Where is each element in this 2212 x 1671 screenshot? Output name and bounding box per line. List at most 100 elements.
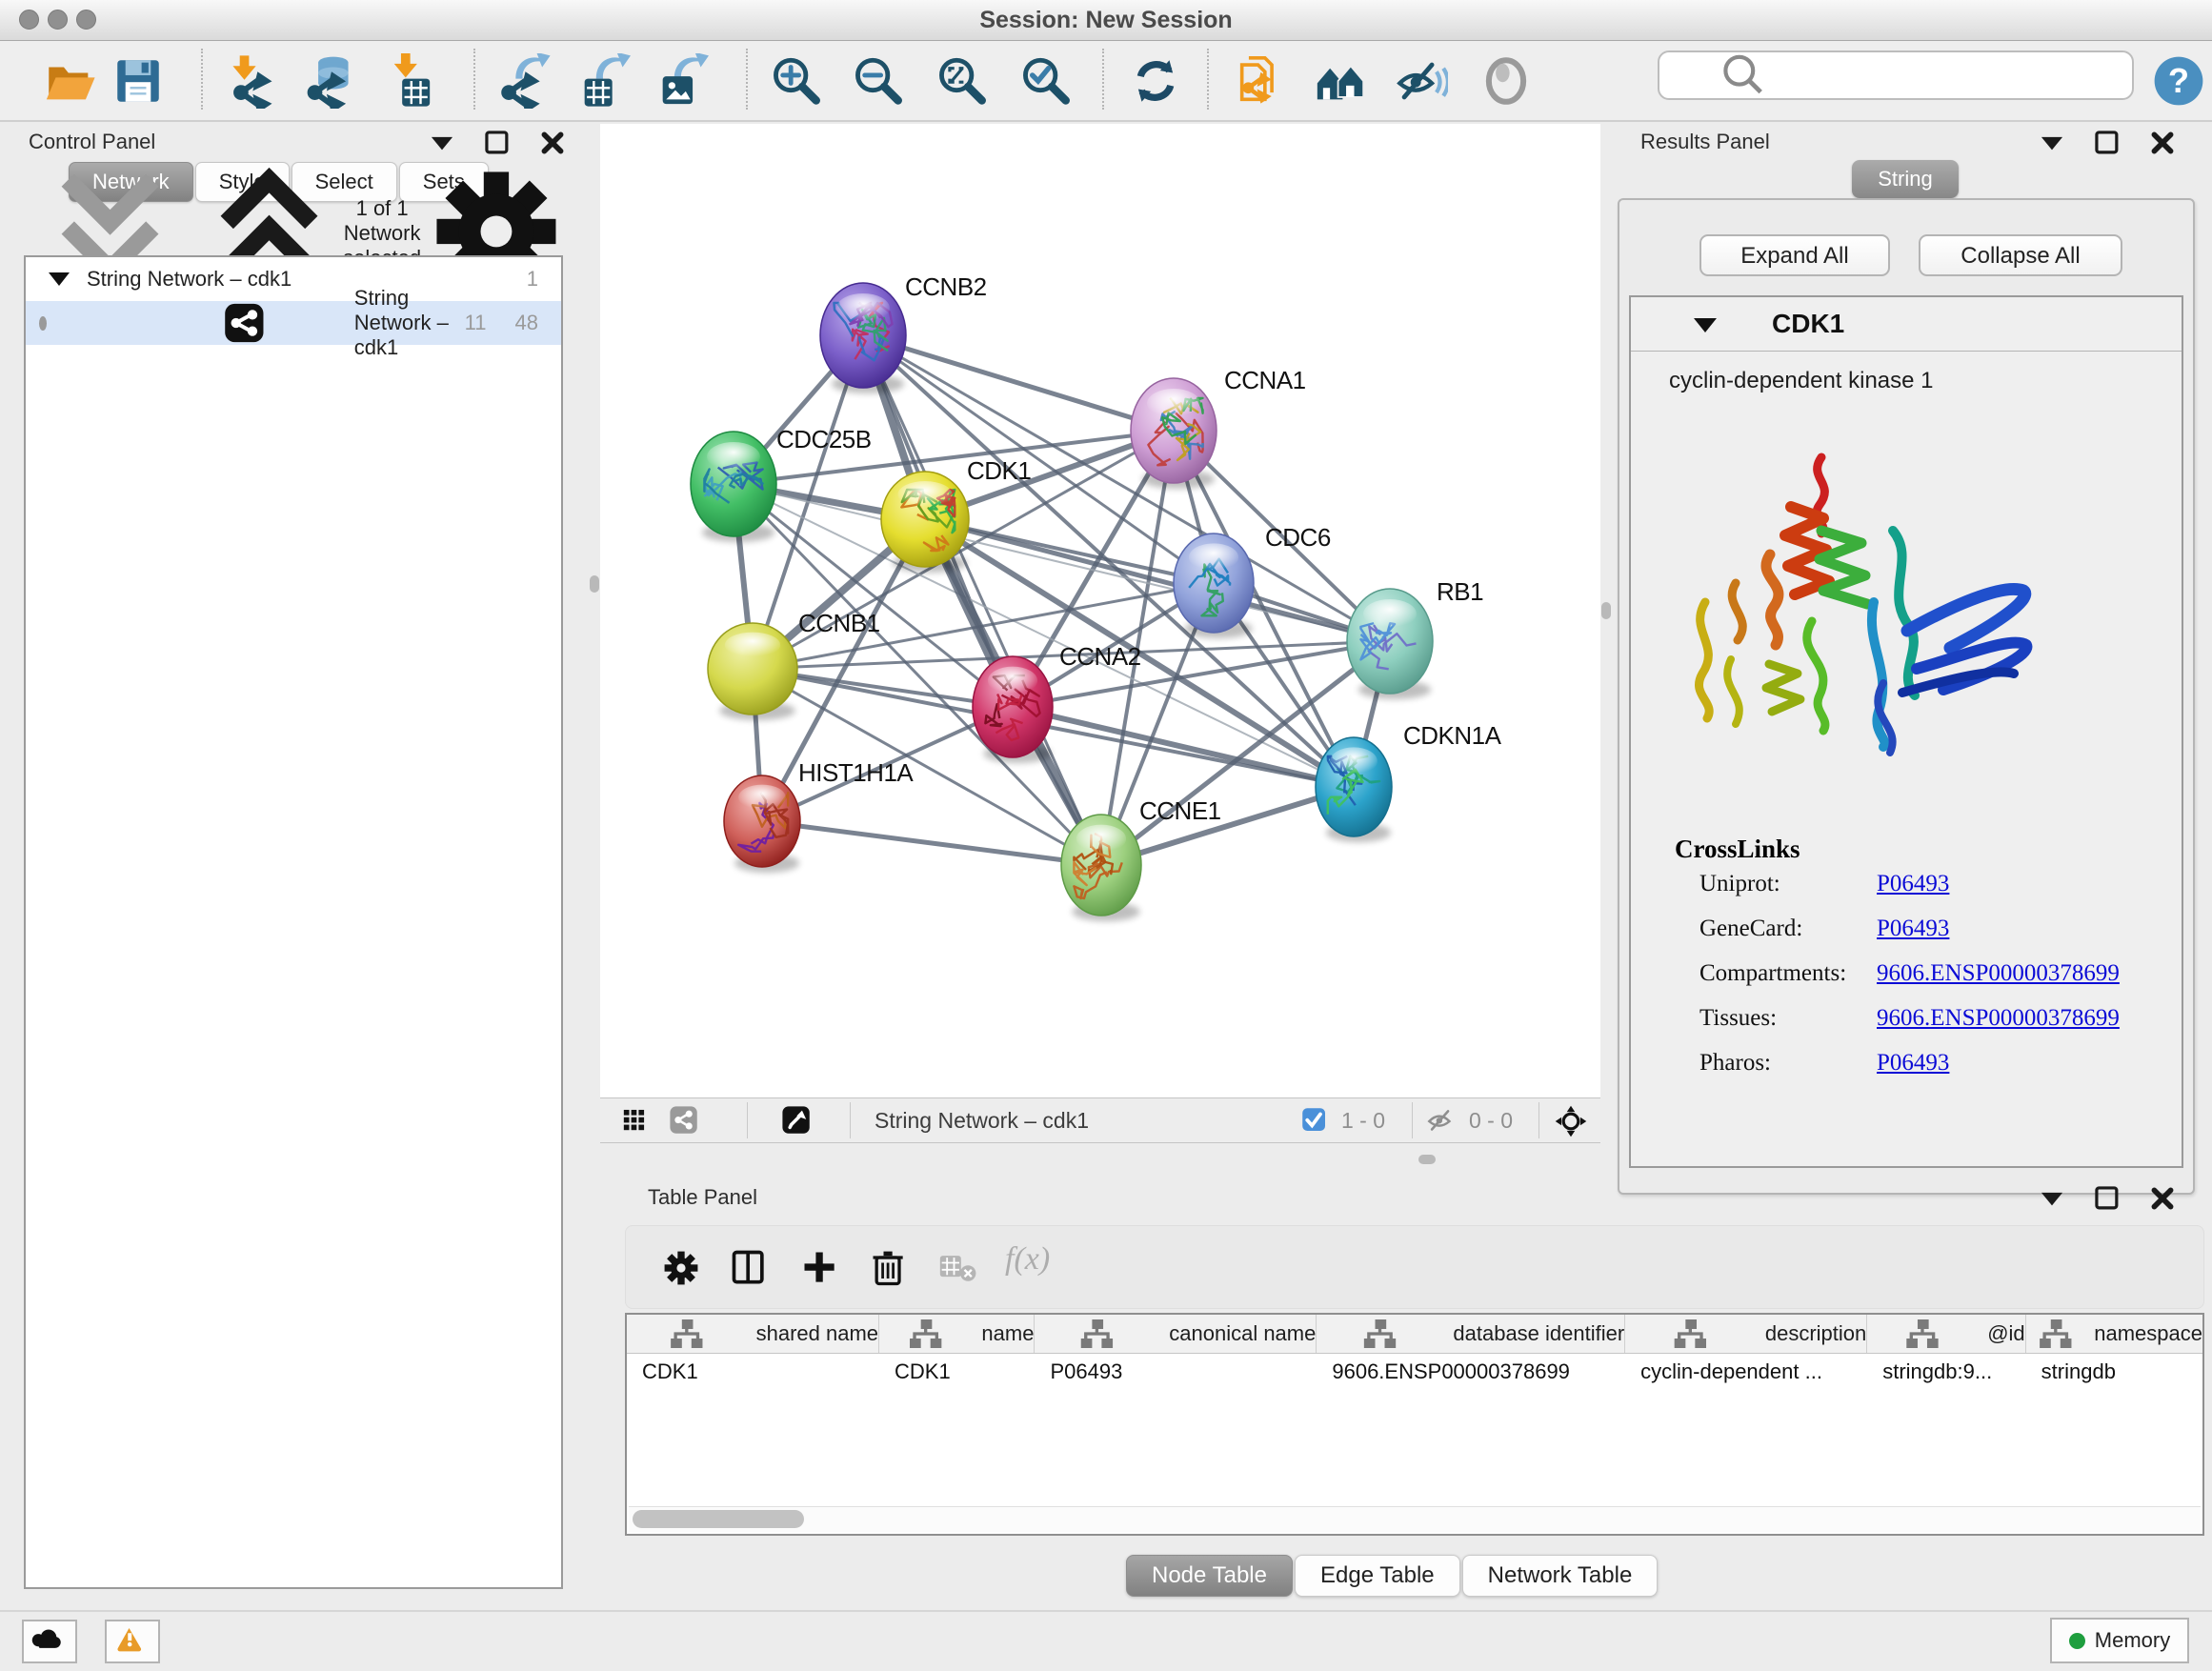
network-node-CDKN1A[interactable]: CDKN1A	[1316, 721, 1502, 842]
crosslinks-title: CrossLinks	[1675, 835, 1800, 864]
gene-header[interactable]: CDK1	[1631, 297, 2182, 352]
show-columns-button[interactable]	[729, 1247, 771, 1289]
network-node-CCNB2[interactable]: CCNB2	[820, 272, 987, 393]
tab-network-table[interactable]: Network Table	[1462, 1555, 1659, 1597]
column-header[interactable]: description	[1625, 1315, 1867, 1353]
share-document-button[interactable]	[1233, 53, 1288, 109]
expand-all-button[interactable]: Expand All	[1699, 234, 1890, 276]
column-header[interactable]: @id	[1867, 1315, 2025, 1353]
memory-button[interactable]: Memory	[2050, 1618, 2189, 1663]
crosslink-link[interactable]: P06493	[1877, 916, 1949, 942]
toolbar-separator	[201, 49, 203, 110]
network-node-RB1[interactable]: RB1	[1347, 577, 1483, 699]
warning-button[interactable]	[105, 1620, 160, 1663]
column-type-icon	[1035, 1315, 1159, 1353]
function-builder-button[interactable]: f(x)	[1005, 1241, 1050, 1278]
show-hide-button[interactable]	[1393, 53, 1448, 109]
help-button[interactable]: ?	[2151, 53, 2206, 109]
collapse-all-button[interactable]: Collapse All	[1919, 234, 2122, 276]
network-node-CCNA1[interactable]: CCNA1	[1131, 366, 1306, 489]
import-database-icon	[301, 53, 356, 109]
close-panel-icon[interactable]	[2147, 128, 2178, 158]
collapse-gene-icon[interactable]	[1694, 318, 1717, 332]
crosslink-label: Uniprot:	[1699, 871, 1780, 896]
network-row-selected[interactable]: String Network – cdk1 11 48	[26, 301, 561, 345]
selected-checkbox[interactable]	[1301, 1107, 1330, 1136]
network-collection-row[interactable]: String Network – cdk1 1	[26, 257, 561, 301]
hidden-toggle[interactable]	[1425, 1105, 1458, 1137]
crosslink-link[interactable]: 9606.ENSP00000378699	[1877, 1005, 2120, 1032]
left-splitter-handle[interactable]	[590, 575, 599, 593]
open-session-button[interactable]	[42, 53, 97, 109]
tab-node-table[interactable]: Node Table	[1126, 1555, 1293, 1597]
protein-structure-image	[1679, 440, 2050, 764]
float-panel-icon[interactable]	[2092, 128, 2122, 158]
right-splitter-handle[interactable]	[1601, 602, 1611, 619]
node-count: 11	[465, 311, 487, 335]
delete-table-icon	[938, 1247, 980, 1289]
network-node-HIST1H1A[interactable]: HIST1H1A	[724, 758, 914, 873]
node-label: RB1	[1437, 577, 1483, 606]
search-input[interactable]	[1821, 61, 2121, 90]
add-column-button[interactable]	[799, 1247, 841, 1289]
panel-menu-icon[interactable]	[2037, 1183, 2067, 1214]
network-canvas[interactable]: CCNB2CCNA1CDC25BCDK1CDC6RB1CCNB1CCNA2CDK…	[600, 124, 1600, 1097]
grid-view-button[interactable]	[621, 1105, 654, 1137]
string-home-button[interactable]	[1313, 53, 1368, 109]
column-header[interactable]: name	[879, 1315, 1035, 1353]
tree-expand-icon[interactable]	[49, 272, 70, 286]
crosslink-link[interactable]: 9606.ENSP00000378699	[1877, 960, 2120, 987]
birdseye-button[interactable]	[781, 1105, 814, 1137]
network-list-header: 1 of 1 Network selected	[23, 213, 572, 253]
export-table-button[interactable]	[575, 53, 631, 109]
zoom-fit-button[interactable]	[934, 53, 989, 109]
column-header[interactable]: namespace	[2026, 1315, 2202, 1353]
checkbox-icon	[1301, 1107, 1330, 1136]
import-network-button[interactable]	[225, 53, 280, 109]
crosslink-label: Compartments:	[1699, 960, 1846, 986]
panel-menu-icon[interactable]	[427, 128, 457, 158]
float-panel-icon[interactable]	[482, 128, 513, 158]
table-row[interactable]: CDK1 CDK1 P06493 9606.ENSP00000378699 cy…	[627, 1354, 2202, 1390]
export-network-button[interactable]	[497, 53, 553, 109]
results-panel: Results Panel String Expand All Collapse…	[1612, 126, 2212, 1181]
column-header[interactable]: database identifier	[1317, 1315, 1625, 1353]
crosslink-link[interactable]: P06493	[1877, 871, 1949, 897]
tab-edge-table[interactable]: Edge Table	[1295, 1555, 1460, 1597]
column-header[interactable]: shared name	[627, 1315, 879, 1353]
horizontal-scrollbar[interactable]	[629, 1506, 2201, 1532]
crosslink-link[interactable]: P06493	[1877, 1050, 1949, 1077]
eye-slash-icon	[1393, 53, 1448, 109]
delete-column-button[interactable]	[868, 1247, 910, 1289]
scrollbar-thumb[interactable]	[633, 1510, 804, 1528]
zoom-out-button[interactable]	[850, 53, 905, 109]
share-view-button[interactable]	[669, 1105, 701, 1137]
column-header[interactable]: canonical name	[1035, 1315, 1317, 1353]
crosslink-label: Pharos:	[1699, 1050, 1771, 1076]
preview-button[interactable]	[1478, 53, 1534, 109]
save-session-button[interactable]	[111, 53, 166, 109]
refresh-button[interactable]	[1128, 53, 1183, 109]
import-database-button[interactable]	[301, 53, 356, 109]
network-node-CCNA2[interactable]: CCNA2	[973, 642, 1141, 763]
gene-description: cyclin-dependent kinase 1	[1669, 368, 1934, 394]
table-options-button[interactable]	[660, 1247, 702, 1289]
tab-string[interactable]: String	[1852, 160, 1959, 198]
window-title: Session: New Session	[0, 0, 2212, 40]
float-panel-icon[interactable]	[2092, 1183, 2122, 1214]
bottom-splitter-handle[interactable]	[1418, 1155, 1436, 1164]
cloud-button[interactable]	[22, 1620, 77, 1663]
zoom-selected-button[interactable]	[1017, 53, 1073, 109]
fit-content-button[interactable]	[1555, 1105, 1587, 1137]
close-panel-icon[interactable]	[537, 128, 568, 158]
column-type-icon	[1317, 1315, 1443, 1353]
network-node-CCNE1[interactable]: CCNE1	[1061, 796, 1221, 921]
close-panel-icon[interactable]	[2147, 1183, 2178, 1214]
network-node-CDC25B[interactable]: CDC25B	[691, 425, 872, 542]
import-table-button[interactable]	[379, 53, 434, 109]
zoom-out-icon	[850, 53, 905, 109]
zoom-in-button[interactable]	[768, 53, 823, 109]
export-image-button[interactable]	[654, 53, 709, 109]
delete-table-button[interactable]	[938, 1247, 980, 1289]
panel-menu-icon[interactable]	[2037, 128, 2067, 158]
